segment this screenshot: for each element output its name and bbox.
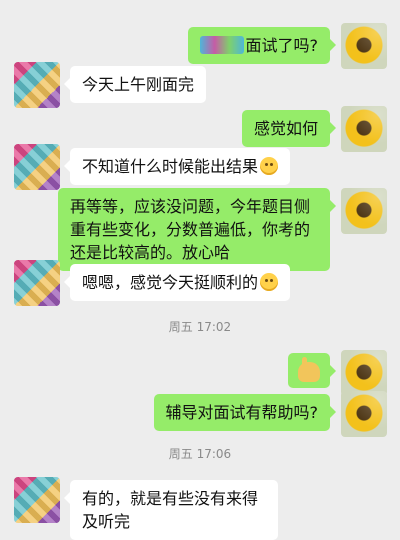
message-bubble-outgoing[interactable]: 辅导对面试有帮助吗?: [153, 394, 336, 431]
self-avatar[interactable]: [341, 23, 387, 69]
contact-avatar[interactable]: [14, 62, 60, 108]
message-bubble-outgoing[interactable]: 再等等，应该没问题，今年题目侧重有些变化，分数普遍低，你考的还是比较高的。放心哈: [58, 188, 336, 271]
message-text: 嗯嗯，感觉今天挺顺利的: [82, 273, 259, 292]
redacted-text: [199, 36, 244, 54]
timestamp: 周五 17:02: [168, 320, 232, 334]
message-text: 感觉如何: [253, 119, 318, 138]
message-text: 面试了吗?: [245, 36, 319, 55]
contact-avatar[interactable]: [14, 260, 60, 306]
contact-avatar[interactable]: [14, 477, 60, 523]
message-text: 辅导对面试有帮助吗?: [165, 403, 319, 422]
self-avatar[interactable]: [341, 188, 387, 234]
message-bubble-incoming[interactable]: 有的，就是有些没有来得及听完: [64, 480, 278, 540]
smile-emoji-icon: [260, 273, 279, 291]
message-text: 有的，就是有些没有来得及听完: [82, 489, 259, 531]
self-avatar[interactable]: [341, 350, 387, 396]
message-text: 不知道什么时候能出结果: [82, 157, 259, 176]
message-bubble-outgoing[interactable]: [288, 353, 336, 388]
message-text: 再等等，应该没问题，今年题目侧重有些变化，分数普遍低，你考的还是比较高的。放心哈: [70, 197, 311, 262]
message-bubble-incoming[interactable]: 不知道什么时候能出结果: [63, 148, 291, 185]
message-bubble-outgoing[interactable]: 感觉如何: [241, 110, 337, 147]
contact-avatar[interactable]: [14, 144, 60, 190]
timestamp: 周五 17:06: [168, 447, 232, 461]
message-bubble-outgoing[interactable]: 面试了吗?: [187, 27, 336, 64]
message-bubble-incoming[interactable]: 嗯嗯，感觉今天挺顺利的: [63, 264, 291, 301]
self-avatar[interactable]: [341, 391, 387, 437]
message-bubble-incoming[interactable]: 今天上午刚面完: [63, 66, 207, 103]
message-text: 今天上午刚面完: [82, 75, 195, 94]
ok-hand-emoji-icon: [298, 356, 320, 382]
smile-emoji-icon: [260, 157, 279, 175]
self-avatar[interactable]: [341, 106, 387, 152]
